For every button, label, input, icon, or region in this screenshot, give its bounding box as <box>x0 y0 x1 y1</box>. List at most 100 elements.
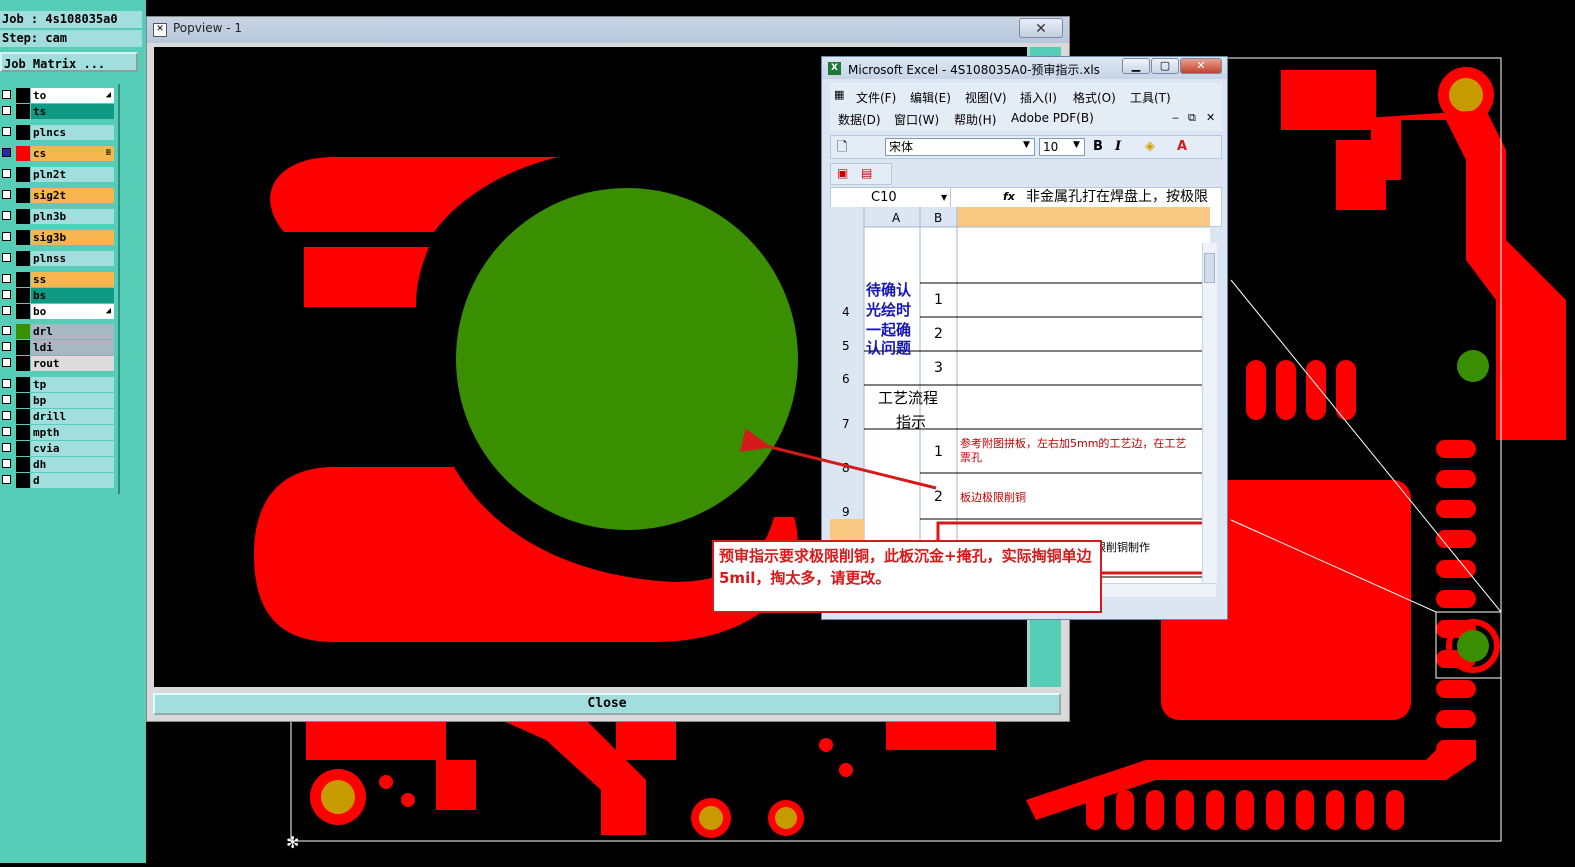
layer-checkbox[interactable] <box>2 379 11 388</box>
layer-checkbox[interactable] <box>2 459 11 468</box>
layer-checkbox[interactable] <box>2 411 11 420</box>
layer-name[interactable]: pln3b <box>31 209 114 224</box>
layer-color-swatch[interactable] <box>16 88 30 103</box>
column-header-a[interactable]: A <box>892 211 901 225</box>
menu-insert[interactable]: 插入(I) <box>1020 89 1057 106</box>
layer-checkbox[interactable] <box>2 190 11 199</box>
menu-adobe-pdf[interactable]: Adobe PDF(B) <box>1011 111 1094 125</box>
layer-name[interactable]: pln2t <box>31 167 114 182</box>
layer-name[interactable]: drl <box>31 324 114 339</box>
menu-tools[interactable]: 工具(T) <box>1130 89 1171 106</box>
bold-icon[interactable]: B <box>1093 139 1103 154</box>
layer-row-ts[interactable]: ts <box>0 104 117 119</box>
maximize-icon[interactable]: ▢ <box>1151 58 1179 74</box>
row-header-8[interactable]: 8 <box>842 461 850 475</box>
layer-row-sig2t[interactable]: sig2t <box>0 188 117 203</box>
layer-name[interactable]: cvia <box>31 441 114 456</box>
excel-titlebar[interactable]: X Microsoft Excel - 4S108035A0-预审指示.xls … <box>822 57 1227 79</box>
layer-name[interactable]: tp <box>31 377 114 392</box>
layer-color-swatch[interactable] <box>16 230 30 245</box>
pdf-email-icon[interactable]: ▤ <box>861 166 872 180</box>
layer-checkbox[interactable] <box>2 232 11 241</box>
layer-checkbox[interactable] <box>2 253 11 262</box>
pdf-convert-icon[interactable]: ▣ <box>837 166 848 180</box>
layer-row-to[interactable]: to ◢ <box>0 88 117 103</box>
layer-checkbox[interactable] <box>2 342 11 351</box>
layer-row-pln3b[interactable]: pln3b <box>0 209 117 224</box>
layer-name[interactable]: plncs <box>31 125 114 140</box>
layer-row-sig3b[interactable]: sig3b <box>0 230 117 245</box>
menu-edit[interactable]: 编辑(E) <box>910 89 951 106</box>
layer-color-swatch[interactable] <box>16 473 30 488</box>
layer-color-swatch[interactable] <box>16 425 30 440</box>
layer-row-mpth[interactable]: mpth <box>0 425 117 440</box>
font-color-icon[interactable]: A <box>1177 139 1187 154</box>
layer-checkbox[interactable] <box>2 90 11 99</box>
layer-row-d[interactable]: d <box>0 473 117 488</box>
job-matrix-button[interactable]: Job Matrix ... <box>0 52 138 72</box>
layer-color-swatch[interactable] <box>16 125 30 140</box>
item-number[interactable]: 2 <box>934 326 943 342</box>
layer-name[interactable]: drill <box>31 409 114 424</box>
layer-name[interactable]: sig2t <box>31 188 114 203</box>
layer-row-bp[interactable]: bp <box>0 393 117 408</box>
layer-color-swatch[interactable] <box>16 324 30 339</box>
layer-color-swatch[interactable] <box>16 188 30 203</box>
layer-color-swatch[interactable] <box>16 288 30 303</box>
row-header-4[interactable]: 4 <box>842 305 850 319</box>
layer-row-cvia[interactable]: cvia <box>0 441 117 456</box>
layer-name[interactable]: bs <box>31 288 114 303</box>
layer-checkbox[interactable] <box>2 326 11 335</box>
layer-color-swatch[interactable] <box>16 209 30 224</box>
layer-row-pln2t[interactable]: pln2t <box>0 167 117 182</box>
popview-titlebar[interactable]: ✕ Popview - 1 ✕ <box>147 17 1069 43</box>
layer-name[interactable]: d <box>31 473 114 488</box>
layer-name[interactable]: ldi <box>31 340 114 355</box>
layer-name[interactable]: bp <box>31 393 114 408</box>
layer-checkbox[interactable] <box>2 211 11 220</box>
worksheet-grid[interactable]: A B 4 5 6 7 8 9 10 <box>830 207 1210 597</box>
layer-row-ss[interactable]: ss <box>0 272 117 287</box>
note-cell-8[interactable]: 参考附图拼板，左右加5mm的工艺边，在工艺 <box>960 436 1186 450</box>
layer-color-swatch[interactable] <box>16 272 30 287</box>
workbook-restore-icon[interactable]: ⧉ <box>1188 111 1196 125</box>
name-box[interactable]: C10 <box>831 188 951 208</box>
layer-row-ldi[interactable]: ldi <box>0 340 117 355</box>
layer-color-swatch[interactable] <box>16 146 30 161</box>
layer-row-plncs[interactable]: plncs <box>0 125 117 140</box>
workbook-minimize-icon[interactable]: ‒ <box>1172 111 1179 124</box>
layer-row-plnss[interactable]: plnss <box>0 251 117 266</box>
minimize-icon[interactable]: ▁ <box>1122 58 1150 74</box>
layer-color-swatch[interactable] <box>16 104 30 119</box>
confirm-label-cell[interactable]: 待确认 光绘时 一起确 认问题 <box>865 281 912 357</box>
column-header-b[interactable]: B <box>934 211 942 225</box>
menu-file[interactable]: 文件(F) <box>856 89 896 106</box>
item-number[interactable]: 2 <box>934 489 943 505</box>
layer-color-swatch[interactable] <box>16 393 30 408</box>
layer-name[interactable]: ss <box>31 272 114 287</box>
layer-checkbox[interactable] <box>2 306 11 315</box>
italic-icon[interactable]: I <box>1115 139 1121 154</box>
layer-checkbox[interactable] <box>2 358 11 367</box>
layer-name[interactable]: dh <box>31 457 114 472</box>
popview-close-icon[interactable]: ✕ <box>1019 18 1063 38</box>
layer-row-bo[interactable]: bo ◢ <box>0 304 117 319</box>
menu-data[interactable]: 数据(D) <box>838 111 881 128</box>
item-number[interactable]: 1 <box>934 292 943 308</box>
row-header-7[interactable]: 7 <box>842 417 850 431</box>
menu-window[interactable]: 窗口(W) <box>894 111 939 128</box>
menu-help[interactable]: 帮助(H) <box>954 111 996 128</box>
item-number[interactable]: 3 <box>934 360 943 376</box>
layer-color-swatch[interactable] <box>16 340 30 355</box>
layer-checkbox[interactable] <box>2 274 11 283</box>
popview-close-button[interactable]: Close <box>153 693 1061 715</box>
layer-name[interactable]: mpth <box>31 425 114 440</box>
layer-name[interactable]: to ◢ <box>31 88 114 103</box>
layer-checkbox[interactable] <box>2 395 11 404</box>
item-number[interactable]: 1 <box>934 444 943 460</box>
chevron-down-icon[interactable]: ▼ <box>1023 140 1030 150</box>
layer-name[interactable]: rout <box>31 356 114 371</box>
layer-color-swatch[interactable] <box>16 457 30 472</box>
layer-row-cs[interactable]: cs ≡ <box>0 146 117 161</box>
layer-color-swatch[interactable] <box>16 356 30 371</box>
